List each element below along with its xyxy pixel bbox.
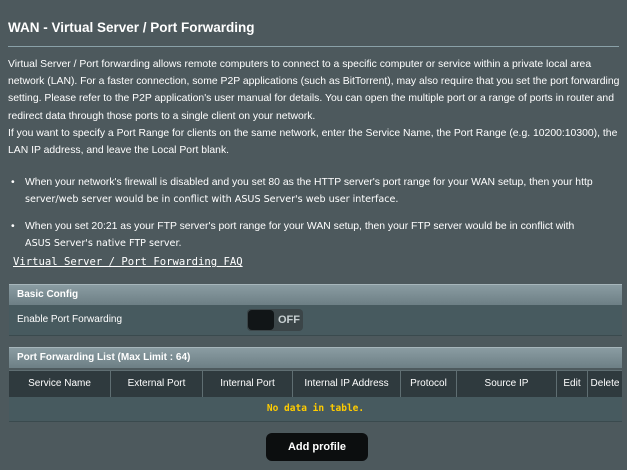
toggle-state-label: OFF bbox=[278, 314, 300, 326]
add-profile-button[interactable]: Add profile bbox=[266, 433, 368, 461]
note-http-line-1: When your network's firewall is disabled… bbox=[25, 177, 593, 188]
column-edit: Edit bbox=[557, 371, 588, 397]
port-forwarding-page: WAN - Virtual Server / Port Forwarding V… bbox=[0, 0, 627, 470]
table-empty-row: No data in table. bbox=[9, 397, 622, 422]
note-http-line-2: server/web server would be in conflict w… bbox=[25, 194, 399, 205]
basic-config-header: Basic Config bbox=[9, 284, 622, 305]
title-divider bbox=[8, 46, 619, 47]
page-description: Virtual Server / Port forwarding allows … bbox=[8, 56, 620, 159]
column-external-port: External Port bbox=[111, 371, 203, 397]
port-forwarding-table-header: Service Name External Port Internal Port… bbox=[9, 370, 622, 397]
column-delete: Delete bbox=[590, 378, 620, 389]
bullet-icon: • bbox=[11, 177, 15, 188]
column-source-ip: Source IP bbox=[457, 371, 557, 397]
page-title: WAN - Virtual Server / Port Forwarding bbox=[8, 20, 255, 35]
enable-port-forwarding-row: Enable Port Forwarding OFF bbox=[9, 305, 622, 336]
description-paragraph-1: Virtual Server / Port forwarding allows … bbox=[8, 59, 620, 122]
port-forwarding-list-header: Port Forwarding List (Max Limit : 64) bbox=[9, 347, 622, 368]
enable-port-forwarding-toggle[interactable]: OFF bbox=[247, 309, 303, 331]
column-internal-ip-address: Internal IP Address bbox=[293, 371, 401, 397]
empty-table-message: No data in table. bbox=[266, 403, 365, 414]
column-service-name: Service Name bbox=[9, 371, 111, 397]
faq-link[interactable]: Virtual Server / Port Forwarding FAQ bbox=[13, 256, 243, 268]
note-ftp-line-1: When you set 20:21 as your FTP server's … bbox=[25, 221, 575, 232]
note-ftp-line-2: ASUS Server's native FTP server. bbox=[25, 238, 182, 249]
enable-port-forwarding-label: Enable Port Forwarding bbox=[17, 314, 123, 325]
column-protocol: Protocol bbox=[401, 371, 457, 397]
toggle-knob bbox=[248, 310, 274, 330]
description-paragraph-2: If you want to specify a Port Range for … bbox=[8, 127, 618, 157]
column-internal-port: Internal Port bbox=[203, 371, 293, 397]
bullet-icon: • bbox=[11, 221, 15, 232]
